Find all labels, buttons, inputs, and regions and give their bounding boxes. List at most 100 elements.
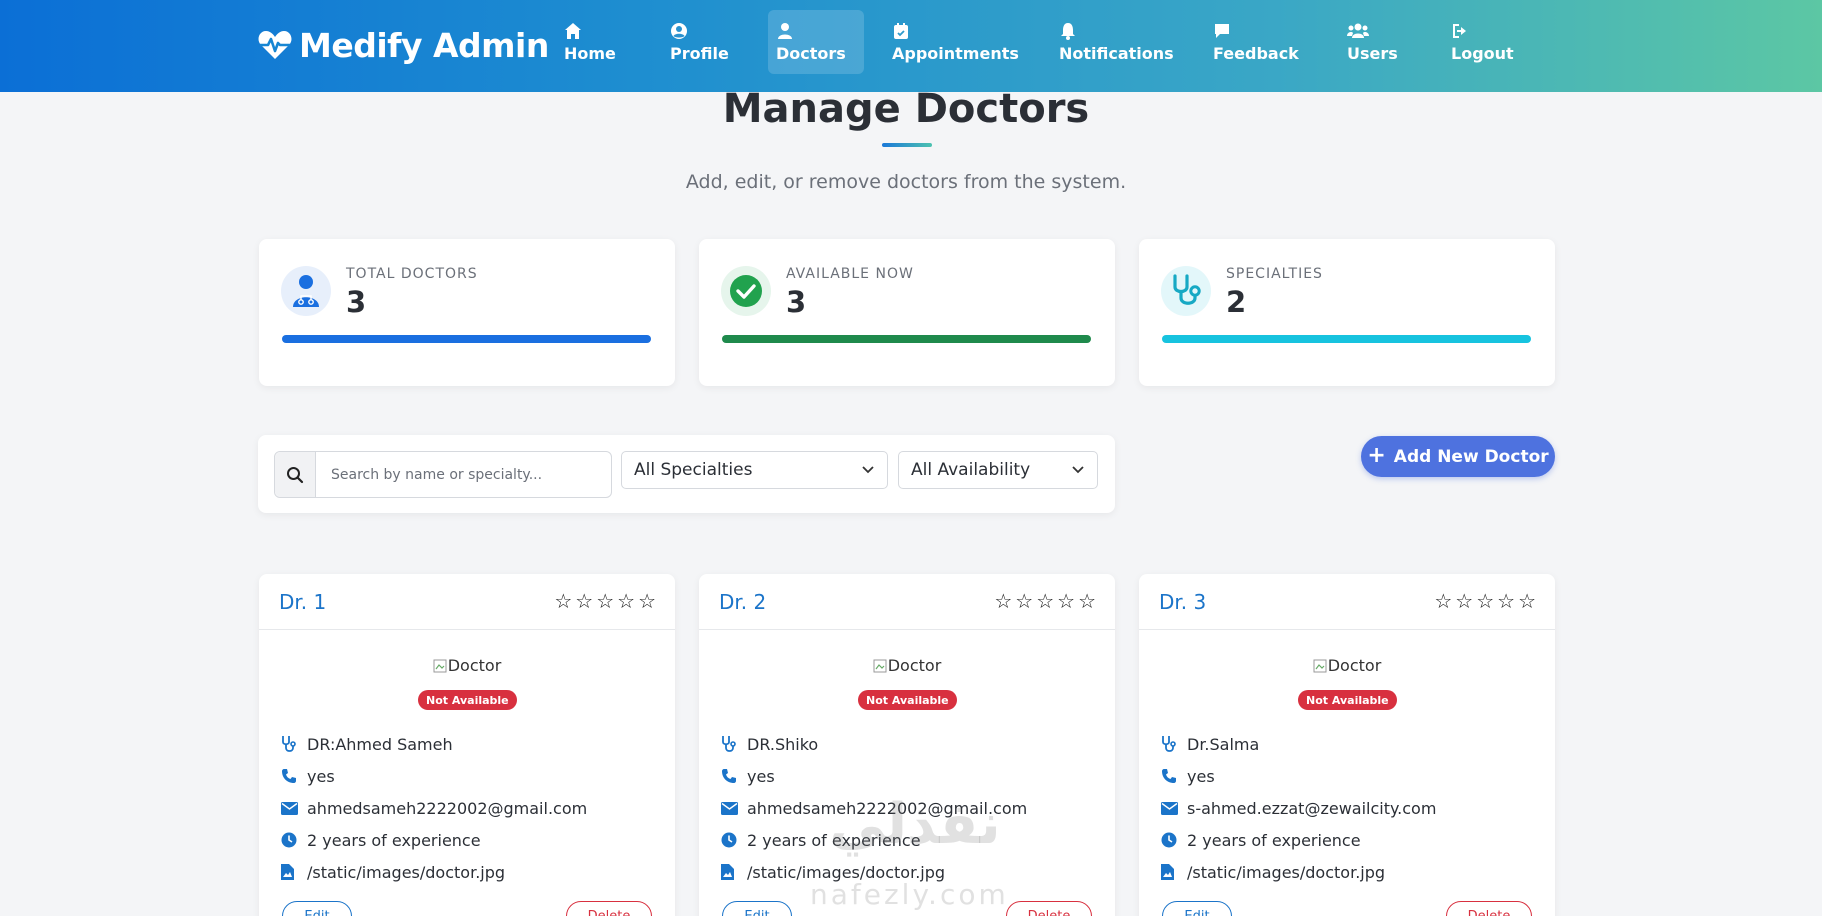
stat-progress-bar — [1162, 335, 1531, 343]
doctor-email: ahmedsameh2222002@gmail.com — [747, 798, 1028, 818]
nav-home[interactable]: Home — [556, 10, 624, 74]
edit-button[interactable]: Edit — [282, 901, 352, 916]
nav-users[interactable]: Users — [1339, 10, 1406, 74]
doctor-name-row: Dr.Salma — [1161, 733, 1259, 755]
delete-button[interactable]: Delete — [566, 901, 652, 916]
star-icon[interactable]: ☆ — [1434, 591, 1452, 611]
doctor-photo-alt: Doctor — [1327, 656, 1382, 675]
star-icon[interactable]: ☆ — [617, 591, 635, 611]
nav-doctors[interactable]: Doctors — [768, 10, 864, 74]
doctor-phone: yes — [1187, 766, 1215, 786]
brand-name: Medify Admin — [299, 25, 549, 65]
broken-image-icon — [433, 659, 447, 673]
logout-icon — [1453, 23, 1466, 38]
doctor-icon — [281, 266, 331, 316]
doctor-email: s-ahmed.ezzat@zewailcity.com — [1187, 798, 1437, 818]
top-navbar: Medify Admin Home Profile Doctors Appoin… — [0, 0, 1822, 92]
doctor-experience-row: 2 years of experience — [1161, 829, 1361, 851]
stethoscope-icon — [281, 735, 303, 753]
stethoscope-icon — [1161, 266, 1211, 316]
nav-label: Profile — [670, 43, 729, 63]
add-new-doctor-button[interactable]: + Add New Doctor — [1361, 436, 1555, 477]
add-button-label: Add New Doctor — [1393, 446, 1549, 467]
doctor-card: Dr. 2 ☆ ☆ ☆ ☆ ☆ Doctor Not Available DR.Shik… — [699, 574, 1115, 916]
star-icon[interactable]: ☆ — [1015, 591, 1033, 611]
star-icon[interactable]: ☆ — [1476, 591, 1494, 611]
chevron-down-icon — [862, 466, 874, 474]
doctor-phone-row: yes — [721, 765, 775, 787]
star-icon[interactable]: ☆ — [638, 591, 656, 611]
delete-button[interactable]: Delete — [1446, 901, 1532, 916]
stat-value: 2 — [1226, 285, 1247, 319]
doctor-photo: Doctor — [1139, 656, 1555, 675]
broken-image-icon — [1313, 659, 1327, 673]
comment-icon — [1215, 23, 1229, 38]
doctor-name-row: DR.Shiko — [721, 733, 818, 755]
search-group — [274, 451, 612, 498]
phone-icon — [281, 767, 303, 785]
doctor-image-path-row: /static/images/doctor.jpg — [1161, 861, 1385, 883]
envelope-icon — [1161, 799, 1183, 817]
doctor-card-title: Dr. 3 — [1159, 590, 1207, 614]
doctor-image-path: /static/images/doctor.jpg — [307, 862, 506, 882]
page-subtitle: Add, edit, or remove doctors from the sy… — [685, 171, 1127, 193]
nav-logout[interactable]: Logout — [1443, 10, 1522, 74]
users-icon — [1347, 23, 1369, 38]
star-icon[interactable]: ☆ — [1518, 591, 1536, 611]
doctor-card-header: Dr. 3 ☆ ☆ ☆ ☆ ☆ — [1139, 574, 1555, 630]
star-icon[interactable]: ☆ — [1455, 591, 1473, 611]
status-badge: Not Available — [858, 690, 957, 710]
doctor-image-path: /static/images/doctor.jpg — [1187, 862, 1386, 882]
title-underline — [882, 143, 932, 147]
specialty-select[interactable]: All Specialties — [621, 451, 888, 489]
doctor-photo: Doctor — [259, 656, 675, 675]
doctor-experience: 2 years of experience — [1187, 830, 1361, 850]
doctor-image-path: /static/images/doctor.jpg — [747, 862, 946, 882]
stat-progress-bar — [722, 335, 1091, 343]
stat-label: SPECIALTIES — [1226, 266, 1323, 282]
doctor-card-header: Dr. 2 ☆ ☆ ☆ ☆ ☆ — [699, 574, 1115, 630]
star-icon[interactable]: ☆ — [575, 591, 593, 611]
nav-notifications[interactable]: Notifications — [1051, 10, 1182, 74]
brand-logo[interactable]: Medify Admin — [257, 22, 549, 68]
star-icon[interactable]: ☆ — [1057, 591, 1075, 611]
search-input[interactable] — [316, 452, 611, 497]
star-icon[interactable]: ☆ — [554, 591, 572, 611]
stat-label: TOTAL DOCTORS — [346, 266, 478, 282]
star-icon[interactable]: ☆ — [1497, 591, 1515, 611]
user-circle-icon — [671, 22, 687, 39]
edit-button[interactable]: Edit — [722, 901, 792, 916]
star-icon[interactable]: ☆ — [1078, 591, 1096, 611]
star-rating[interactable]: ☆ ☆ ☆ ☆ ☆ — [1431, 591, 1536, 611]
stat-card-total-doctors: TOTAL DOCTORS 3 — [259, 239, 675, 386]
stat-card-specialties: SPECIALTIES 2 — [1139, 239, 1555, 386]
nav-label: Appointments — [892, 43, 1019, 63]
star-icon[interactable]: ☆ — [596, 591, 614, 611]
stat-card-available-now: AVAILABLE NOW 3 — [699, 239, 1115, 386]
doctor-card: Dr. 1 ☆ ☆ ☆ ☆ ☆ Doctor Not Available DR:Ahme… — [259, 574, 675, 916]
delete-button[interactable]: Delete — [1006, 901, 1092, 916]
doctor-email: ahmedsameh2222002@gmail.com — [307, 798, 588, 818]
star-rating[interactable]: ☆ ☆ ☆ ☆ ☆ — [991, 591, 1096, 611]
star-icon[interactable]: ☆ — [994, 591, 1012, 611]
envelope-icon — [721, 799, 743, 817]
doctor-photo-alt: Doctor — [447, 656, 502, 675]
clock-icon — [721, 831, 743, 849]
nav-label: Logout — [1451, 43, 1514, 63]
status-badge: Not Available — [418, 690, 517, 710]
stat-progress-bar — [282, 335, 651, 343]
doctor-card-header: Dr. 1 ☆ ☆ ☆ ☆ ☆ — [259, 574, 675, 630]
doctor-name: DR.Shiko — [747, 734, 819, 754]
edit-button[interactable]: Edit — [1162, 901, 1232, 916]
nav-appointments[interactable]: Appointments — [884, 10, 1027, 74]
star-rating[interactable]: ☆ ☆ ☆ ☆ ☆ — [551, 591, 656, 611]
nav-profile[interactable]: Profile — [662, 10, 737, 74]
star-icon[interactable]: ☆ — [1036, 591, 1054, 611]
file-image-icon — [281, 863, 303, 881]
availability-select-value: All Availability — [911, 460, 1031, 480]
doctor-email-row: ahmedsameh2222002@gmail.com — [721, 797, 1027, 819]
nav-feedback[interactable]: Feedback — [1205, 10, 1307, 74]
clock-icon — [281, 831, 303, 849]
availability-select[interactable]: All Availability — [898, 451, 1098, 489]
doctor-photo-alt: Doctor — [887, 656, 942, 675]
